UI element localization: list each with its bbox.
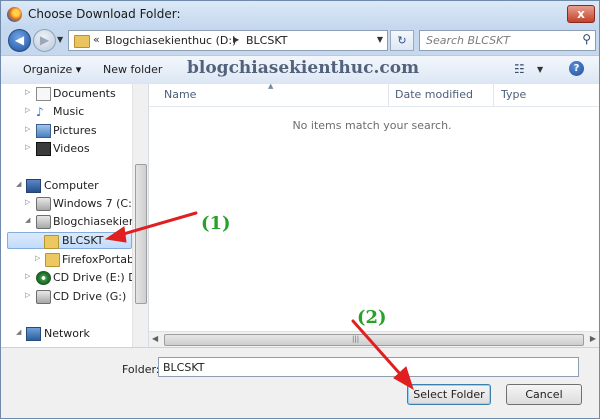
view-options-icon[interactable]: ☷ [514,62,525,76]
expand-arrow-icon[interactable]: ▷ [35,254,40,262]
firefox-icon [7,7,22,22]
back-button[interactable]: ◀ [8,29,31,52]
nav-item-label: Music [53,105,85,118]
collapse-arrow-icon[interactable]: ◢ [16,328,21,336]
breadcrumb-drive[interactable]: Blogchiasekienthuc (D:) [105,34,236,47]
scrollbar-thumb[interactable]: ||| [164,334,584,346]
nav-item-cd-drive-g[interactable]: ▷ CD Drive (G:) [1,288,132,305]
help-icon[interactable]: ? [569,61,584,76]
nav-item-label: Documents [53,87,116,100]
breadcrumb-separator-icon[interactable]: ▶ [233,35,239,44]
scrollbar-thumb[interactable] [135,164,147,304]
organize-button[interactable]: Organize ▾ [23,63,81,76]
computer-icon [26,179,41,193]
nav-item-videos[interactable]: ▷ Videos [1,140,132,157]
site-watermark: blogchiasekienthuc.com [187,58,420,78]
sort-ascending-icon: ▲ [268,82,274,90]
nav-item-blcskt[interactable]: BLCSKT [7,232,132,249]
dialog-footer: Folder: BLCSKT Select Folder Cancel [1,347,599,418]
folder-icon [45,253,60,267]
expand-arrow-icon[interactable]: ▷ [25,125,30,133]
annotation-step-1: (1) [201,213,231,234]
collapse-arrow-icon[interactable]: ◢ [16,180,21,188]
drive-icon [36,197,51,211]
navigation-pane: ▷ Documents ▷ ♪ Music ▷ Pictures ▷ Video… [1,84,149,347]
grip-icon: ||| [352,335,360,343]
content-area: ▷ Documents ▷ ♪ Music ▷ Pictures ▷ Video… [1,82,599,348]
empty-folder-message: No items match your search. [292,119,452,132]
expand-arrow-icon[interactable]: ▷ [25,106,30,114]
nav-item-pictures[interactable]: ▷ Pictures [1,122,132,139]
pictures-library-icon [36,124,51,138]
folder-icon [44,235,59,249]
folder-icon [74,35,90,48]
navigation-pane-scrollbar[interactable] [132,84,148,347]
scroll-left-icon[interactable]: ◀ [152,334,158,343]
nav-item-label: Computer [44,179,99,192]
address-overflow-chevron[interactable]: « [93,33,100,46]
search-icon[interactable]: ⚲ [582,32,591,46]
refresh-button[interactable]: ↻ [390,30,414,51]
nav-item-computer[interactable]: ◢ Computer [1,177,132,194]
document-library-icon [36,87,51,101]
column-divider[interactable] [493,84,494,106]
videos-library-icon [36,142,51,156]
nav-item-cd-drive-e[interactable]: ▷ CD Drive (E:) DLC [1,269,148,286]
nav-item-label: Network [44,327,90,340]
column-headers: ▲ Name Date modified Type [149,82,599,107]
address-dropdown-icon[interactable]: ▼ [377,35,383,44]
nav-item-label: CD Drive (G:) [53,290,127,303]
collapse-arrow-icon[interactable]: ◢ [25,216,30,224]
expand-arrow-icon[interactable]: ▷ [25,88,30,96]
breadcrumb-folder[interactable]: BLCSKT [246,34,287,47]
folder-label: Folder: [122,363,160,376]
view-dropdown-icon[interactable]: ▼ [537,65,543,74]
window-title: Choose Download Folder: [28,7,181,21]
nav-item-label: Windows 7 (C:) [53,197,137,210]
network-icon [26,327,41,341]
title-bar: Choose Download Folder: x [1,1,599,29]
nav-item-windows-drive[interactable]: ▷ Windows 7 (C:) [1,195,136,212]
cancel-button[interactable]: Cancel [506,384,582,405]
horizontal-scrollbar[interactable]: ◀ ||| ▶ [149,331,599,348]
search-placeholder: Search BLCSKT [426,34,511,47]
search-input[interactable]: Search BLCSKT ⚲ [419,30,596,51]
choose-download-folder-dialog: Choose Download Folder: x ◀ ▶ ▼ « Blogch… [0,0,600,419]
nav-item-label: Videos [53,142,90,155]
annotation-step-2: (2) [357,307,387,328]
scroll-right-icon[interactable]: ▶ [590,334,596,343]
select-folder-button[interactable]: Select Folder [407,384,491,405]
nav-item-label: Pictures [53,124,97,137]
music-library-icon: ♪ [36,105,44,119]
drive-icon [36,215,51,229]
address-bar[interactable]: « Blogchiasekienthuc (D:) ▶ BLCSKT ▼ [68,30,388,51]
nav-item-label: BLCSKT [62,234,104,247]
recent-locations-dropdown-icon[interactable]: ▼ [57,35,63,44]
expand-arrow-icon[interactable]: ▷ [25,198,30,206]
forward-button[interactable]: ▶ [33,29,56,52]
command-bar: Organize ▾ New folder blogchiasekienthuc… [1,55,599,85]
expand-arrow-icon[interactable]: ▷ [25,143,30,151]
cd-drive-icon [36,271,51,285]
column-header-name[interactable]: Name [164,88,196,101]
nav-item-blogchiasekienthuc-drive[interactable]: ◢ Blogchiasekienth [1,213,147,230]
close-button[interactable]: x [567,5,595,23]
column-divider[interactable] [388,84,389,106]
nav-item-network[interactable]: ◢ Network [1,325,132,342]
expand-arrow-icon[interactable]: ▷ [25,291,30,299]
column-header-type[interactable]: Type [501,88,526,101]
nav-item-music[interactable]: ▷ ♪ Music [1,103,132,120]
nav-item-firefoxportable[interactable]: ▷ FirefoxPortable [1,251,144,268]
navigation-bar: ◀ ▶ ▼ « Blogchiasekienthuc (D:) ▶ BLCSKT… [1,29,599,52]
cd-drive-icon [36,290,51,304]
nav-item-documents[interactable]: ▷ Documents [1,85,132,102]
column-header-date-modified[interactable]: Date modified [395,88,473,101]
expand-arrow-icon[interactable]: ▷ [25,272,30,280]
folder-name-input[interactable]: BLCSKT [158,357,579,377]
new-folder-button[interactable]: New folder [103,63,162,76]
